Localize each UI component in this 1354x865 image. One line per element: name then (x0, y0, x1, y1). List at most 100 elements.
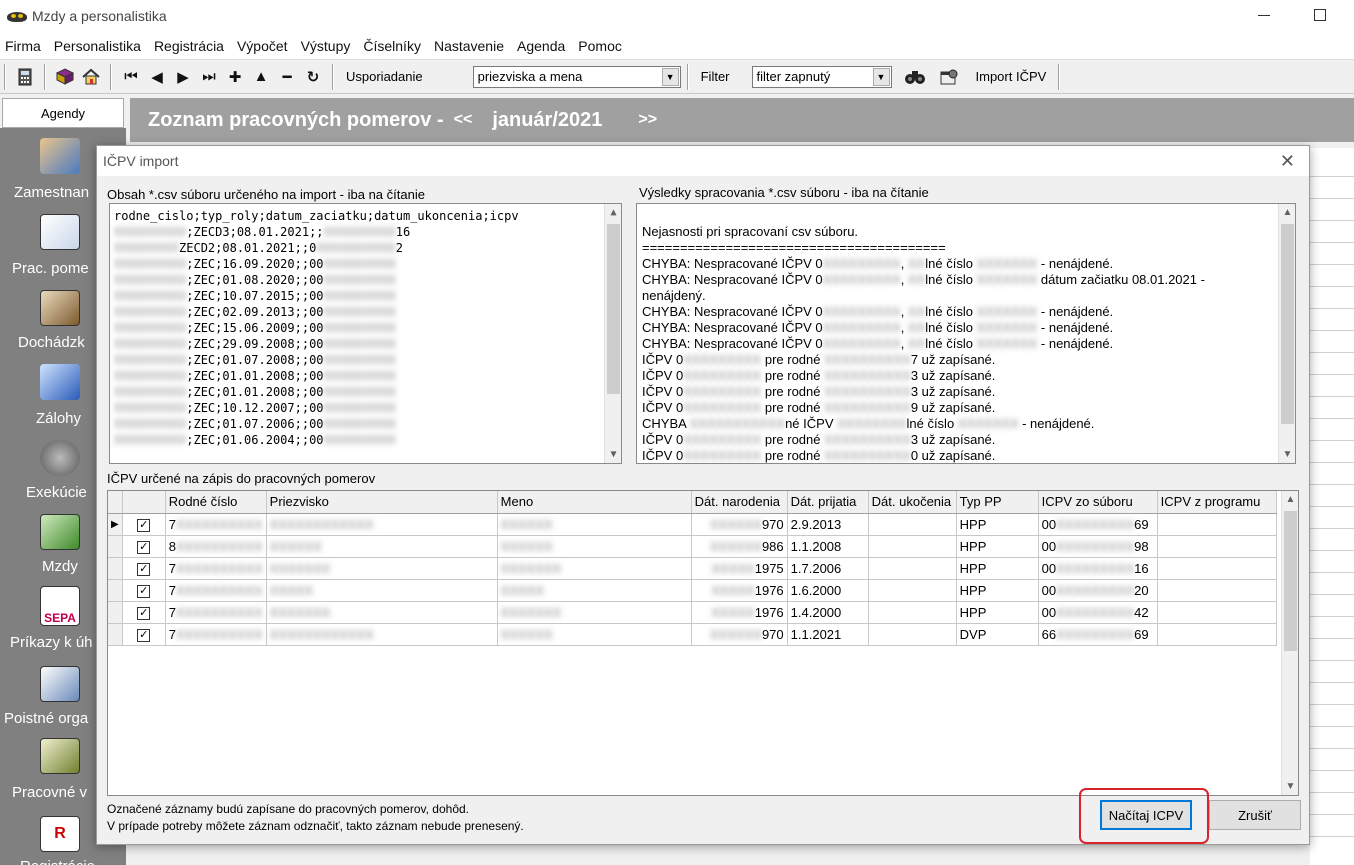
minimize-icon[interactable] (1258, 15, 1270, 16)
edit-record-icon[interactable]: ▲ (248, 64, 274, 90)
menu-personalistika[interactable]: Personalistika (54, 38, 149, 54)
table-row[interactable]: ▶ ✓ 7XXXXXXXXXX XXXXXXXXXXXX XXXXXX XXXXXX970… (108, 513, 1277, 536)
load-icpv-button[interactable]: Načítaj ICPV (1100, 800, 1192, 830)
delete-record-icon[interactable]: ━ (274, 64, 300, 90)
table-row[interactable]: ✓ 7XXXXXXXXXX XXXXXXX XXXXXXX XXXXX1976 1.4.2… (108, 601, 1277, 624)
advances-icon[interactable] (40, 364, 80, 400)
col-typ-pp[interactable]: Typ PP (956, 491, 1039, 514)
row-checkbox[interactable]: ✓ (137, 607, 151, 620)
grid-scrollbar[interactable]: ▲ ▼ (1281, 491, 1298, 795)
next-period-button[interactable]: >> (638, 111, 657, 129)
row-checkbox[interactable]: ✓ (137, 541, 151, 554)
cancel-button[interactable]: Zrušiť (1209, 800, 1301, 830)
table-row[interactable]: ✓ 7XXXXXXXXXX XXXXXXX XXXXXXX XXXXX1975 1.7.2… (108, 557, 1277, 580)
menu-vypocet[interactable]: Výpočet (237, 38, 296, 54)
csv-content-textarea[interactable]: rodne_cislo;typ_roly;datum_zaciatku;datu… (109, 203, 622, 464)
close-icon[interactable]: ✕ (1280, 151, 1295, 172)
table-row[interactable]: ✓ 8XXXXXXXXXX XXXXXX XXXXXX XXXXXX986 1.1.200… (108, 535, 1277, 558)
attendance-icon[interactable] (40, 290, 80, 326)
scroll-down-icon[interactable]: ▼ (1282, 778, 1298, 795)
home-icon[interactable] (78, 64, 104, 90)
result-line-text: lné číslo (925, 272, 977, 287)
menu-nastavenie[interactable]: Nastavenie (434, 38, 512, 54)
cell-text: 7 (168, 604, 176, 620)
add-record-icon[interactable]: ✚ (222, 64, 248, 90)
execution-icon[interactable] (40, 440, 80, 476)
col-dat-narodenia[interactable]: Dát. narodenia (691, 491, 788, 514)
csv-scrollbar[interactable]: ▲ ▼ (604, 204, 621, 463)
scroll-down-icon[interactable]: ▼ (1279, 446, 1295, 463)
col-icpv-z-programu[interactable]: ICPV z programu (1157, 491, 1277, 514)
work-relations-icon[interactable] (40, 214, 80, 250)
insurance-icon[interactable] (40, 666, 80, 702)
table-row[interactable]: ✓ 7XXXXXXXXXX XXXXXXXXXXXX XXXXXX XXXXXX970 1… (108, 623, 1277, 646)
registration-icon[interactable]: R (40, 816, 80, 852)
import-icpv-button[interactable]: Import IČPV (976, 69, 1047, 84)
results-textarea[interactable]: Nejasnosti pri spracovaní csv súboru. ===… (636, 203, 1296, 464)
prev-period-button[interactable]: << (454, 111, 473, 129)
menu-agenda[interactable]: Agenda (517, 38, 573, 54)
row-checkbox[interactable]: ✓ (137, 629, 151, 642)
scroll-down-icon[interactable]: ▼ (605, 446, 621, 463)
table-row[interactable]: ✓ 7XXXXXXXXXX XXXXX XXXXX XXXXX1976 1.6.2000 H… (108, 579, 1277, 602)
col-dat-ukocenia[interactable]: Dát. ukočenia (868, 491, 957, 514)
redacted-text: XXXXXX (709, 626, 762, 642)
scroll-thumb[interactable] (607, 224, 620, 394)
prev-record-icon[interactable]: ◀ (144, 64, 170, 90)
row-checkbox-cell[interactable]: ✓ (122, 557, 166, 580)
csv-line: XXXXXXXXXX;ZEC;01.06.2004;;00XXXXXXXXXX (114, 432, 621, 448)
col-dat-prijatia[interactable]: Dát. prijatia (787, 491, 869, 514)
row-checkbox-cell[interactable]: ✓ (122, 535, 166, 558)
row-checkbox-cell[interactable]: ✓ (122, 623, 166, 646)
row-checkbox[interactable]: ✓ (137, 563, 151, 576)
refresh-icon[interactable]: ↻ (300, 64, 326, 90)
menu-firma[interactable]: Firma (5, 38, 49, 54)
agendy-header[interactable]: Agendy (2, 98, 124, 128)
maximize-icon[interactable] (1314, 9, 1326, 21)
row-checkbox-cell[interactable]: ✓ (122, 513, 166, 536)
row-checkbox[interactable]: ✓ (137, 519, 151, 532)
scroll-up-icon[interactable]: ▲ (1282, 491, 1298, 508)
employees-icon[interactable] (40, 138, 80, 174)
scroll-thumb[interactable] (1284, 511, 1297, 651)
chevron-down-icon[interactable]: ▼ (661, 67, 679, 86)
filter-select[interactable]: filter zapnutý ▼ (751, 65, 892, 88)
binoculars-icon[interactable] (902, 64, 928, 90)
dialog-title-bar: IČPV import ✕ (97, 146, 1309, 176)
result-line-text: lné číslo (925, 256, 977, 271)
redacted-text: XXXXXX (709, 516, 762, 532)
redacted-text: XXXXXXXXXX (323, 225, 396, 239)
col-meno[interactable]: Meno (497, 491, 692, 514)
menu-vystupy[interactable]: Výstupy (301, 38, 359, 54)
scroll-thumb[interactable] (1281, 224, 1294, 424)
cell-icpv-z-programu (1157, 513, 1277, 536)
menu-pomoc[interactable]: Pomoc (578, 38, 630, 54)
redacted-text: XXXXXXXXXX (323, 353, 396, 367)
work-calc-icon[interactable] (40, 738, 80, 774)
menu-registracia[interactable]: Registrácia (154, 38, 232, 54)
salaries-icon[interactable] (40, 514, 80, 550)
sort-select[interactable]: priezviska a mena ▼ (472, 65, 681, 88)
results-scrollbar[interactable]: ▲ ▼ (1278, 204, 1295, 463)
icpv-grid[interactable]: Rodné číslo Priezvisko Meno Dát. naroden… (107, 490, 1299, 796)
col-priezvisko[interactable]: Priezvisko (266, 491, 498, 514)
result-line-text: IČPV 0 (642, 400, 684, 415)
row-checkbox[interactable]: ✓ (137, 585, 151, 598)
sepa-icon[interactable]: SEPA (40, 586, 80, 626)
result-line: CHYBA: Nespracované IČPV 0XXXXXXXXX, XXl… (642, 320, 1295, 336)
settings-panel-icon[interactable] (936, 64, 962, 90)
first-record-icon[interactable]: ⏮ (118, 64, 144, 90)
chevron-down-icon[interactable]: ▼ (872, 67, 890, 86)
scroll-up-icon[interactable]: ▲ (1279, 204, 1295, 221)
menu-ciselniky[interactable]: Číselníky (363, 38, 429, 54)
row-checkbox-cell[interactable]: ✓ (122, 579, 166, 602)
col-rodne-cislo[interactable]: Rodné číslo (165, 491, 267, 514)
book-icon[interactable] (52, 64, 78, 90)
next-record-icon[interactable]: ▶ (170, 64, 196, 90)
sidebar-item-registracie[interactable]: Registrácie (20, 858, 126, 865)
col-icpv-zo-suboru[interactable]: ICPV zo súboru (1038, 491, 1158, 514)
last-record-icon[interactable]: ⏭ (196, 64, 222, 90)
row-checkbox-cell[interactable]: ✓ (122, 601, 166, 624)
scroll-up-icon[interactable]: ▲ (605, 204, 621, 221)
calculator-icon[interactable] (12, 64, 38, 90)
